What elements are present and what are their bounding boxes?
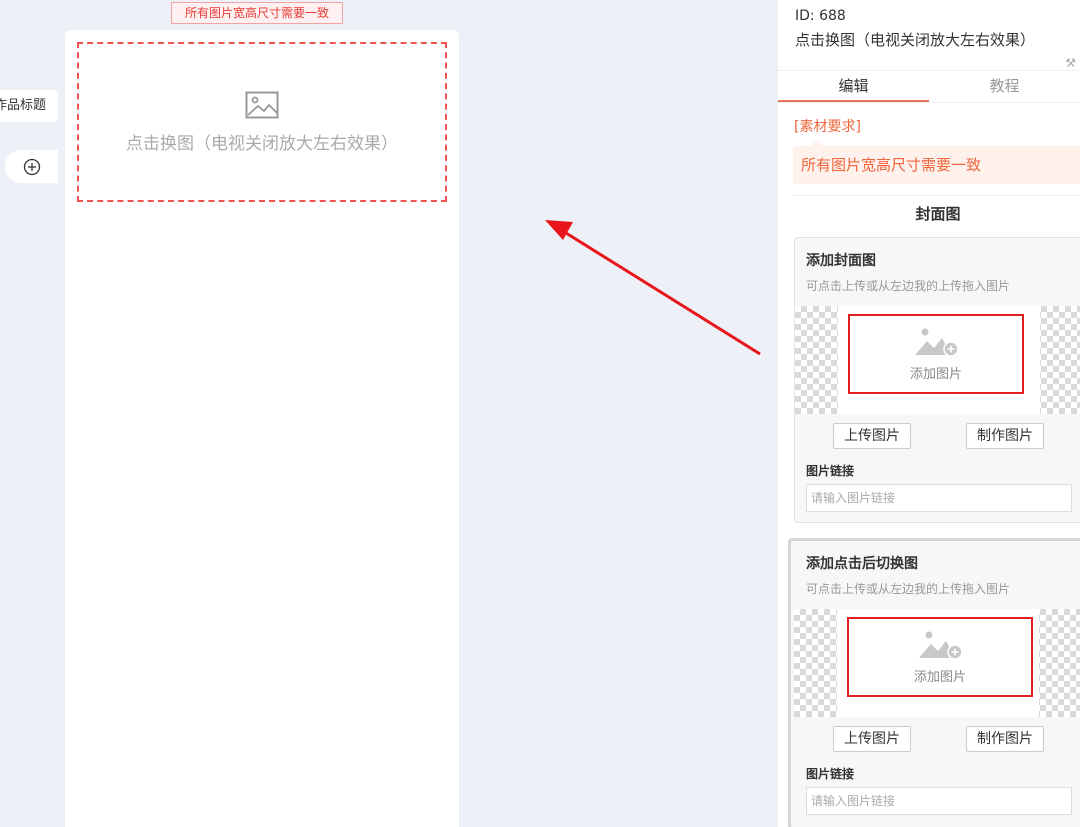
section-title: 封面图 <box>793 195 1080 232</box>
card-title: 添加封面图 <box>806 253 876 269</box>
requirement-box: 所有图片宽高尺寸需要一致 <box>793 140 1080 184</box>
panel-tabs: 编辑 教程 <box>778 70 1080 103</box>
image-icon <box>245 91 279 118</box>
requirement-title: [素材要求] <box>794 119 861 135</box>
work-title-label: 作品标题 <box>0 98 47 113</box>
card-hint: 可点击上传或从左边我的上传拖入图片 <box>806 279 1011 293</box>
plus-circle-icon <box>23 158 40 175</box>
requirement-tag: 所有图片宽高尺寸需要一致 <box>171 2 343 24</box>
tab-edit[interactable]: 编辑 <box>778 71 929 102</box>
make-image-button[interactable]: 制作图片 <box>966 726 1044 752</box>
upload-inner: 添加图片 <box>837 609 1039 717</box>
phone-canvas: 点击换图（电视关闭放大左右效果） <box>65 30 459 827</box>
add-image-label: 添加图片 <box>909 366 962 382</box>
tab-tutorial[interactable]: 教程 <box>929 71 1080 102</box>
image-link-label: 图片链接 <box>806 464 855 478</box>
component-name: 点击换图（电视关闭放大左右效果） <box>795 31 1036 49</box>
add-image-button[interactable]: 添加图片 <box>847 617 1033 697</box>
add-image-icon <box>919 631 963 660</box>
wrench-icon[interactable]: ⚒ <box>1065 56 1076 70</box>
upload-zone: 添加图片 <box>794 609 1080 717</box>
upload-image-button[interactable]: 上传图片 <box>833 423 911 449</box>
tab-work-title[interactable]: 作品标题 <box>0 90 58 122</box>
property-panel: ID: 688 点击换图（电视关闭放大左右效果） ⚒ 编辑 教程 [素材要求] … <box>778 0 1080 827</box>
add-component-button[interactable] <box>5 150 58 183</box>
card-title: 添加点击后切换图 <box>806 556 918 572</box>
add-image-icon <box>915 328 959 357</box>
switch-image-slot[interactable]: 点击换图（电视关闭放大左右效果） <box>77 42 447 202</box>
card-hint: 可点击上传或从左边我的上传拖入图片 <box>806 582 1011 596</box>
component-id: ID: 688 <box>795 8 846 24</box>
slot-label: 点击换图（电视关闭放大左右效果） <box>126 133 398 154</box>
image-link-input[interactable] <box>806 484 1072 512</box>
image-link-input[interactable] <box>806 787 1072 815</box>
add-image-button[interactable]: 添加图片 <box>848 314 1024 394</box>
cover-image-card: 添加封面图 可点击上传或从左边我的上传拖入图片 添加图片 上传图片 制作图片 图… <box>794 237 1080 523</box>
upload-zone: 添加图片 <box>795 306 1080 414</box>
switch-image-card: 添加点击后切换图 可点击上传或从左边我的上传拖入图片 添加图片 上传图片 制作图… <box>788 538 1080 827</box>
upload-image-button[interactable]: 上传图片 <box>833 726 911 752</box>
image-link-label: 图片链接 <box>806 767 855 781</box>
add-image-label: 添加图片 <box>913 669 966 685</box>
make-image-button[interactable]: 制作图片 <box>966 423 1044 449</box>
panel-header: ID: 688 点击换图（电视关闭放大左右效果） ⚒ <box>778 0 1080 70</box>
upload-inner: 添加图片 <box>838 306 1040 414</box>
